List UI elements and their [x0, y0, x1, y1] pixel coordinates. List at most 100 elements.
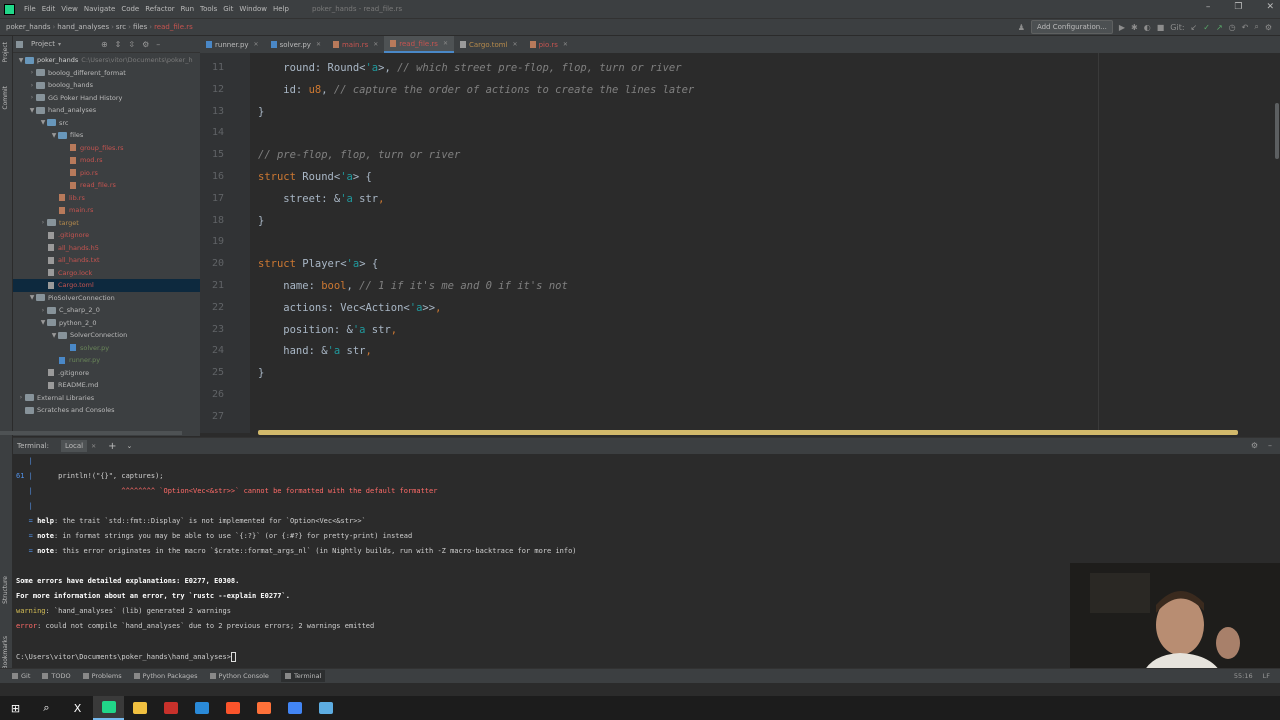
- editor-tab[interactable]: main.rs ✕: [327, 36, 384, 53]
- taskbar-search[interactable]: ⌕: [31, 696, 62, 720]
- chevron-down-icon[interactable]: ▼: [39, 119, 47, 126]
- tree-item[interactable]: ▼ poker_hands C:\Users\vitor\Documents\pok…: [13, 54, 200, 67]
- tree-item[interactable]: pio.rs: [13, 167, 200, 180]
- commit-tool-tab[interactable]: Commit: [2, 86, 9, 110]
- menu-edit[interactable]: Edit: [39, 5, 59, 13]
- taskbar-app-x[interactable]: X: [62, 696, 93, 720]
- chevron-right-icon[interactable]: ›: [28, 69, 36, 76]
- coverage-icon[interactable]: ◐: [1144, 23, 1151, 32]
- close-icon[interactable]: ✕: [443, 40, 448, 47]
- editor-tab[interactable]: solver.py ✕: [265, 36, 327, 53]
- gear-icon[interactable]: ⚙: [142, 40, 149, 49]
- close-icon[interactable]: ✕: [513, 41, 518, 48]
- close-icon[interactable]: ✕: [91, 443, 96, 450]
- chevron-right-icon[interactable]: ›: [28, 94, 36, 101]
- tree-item[interactable]: group_files.rs: [13, 142, 200, 155]
- taskbar-app-red[interactable]: [155, 696, 186, 720]
- expand-all-icon[interactable]: ⇕: [115, 40, 122, 49]
- hide-icon[interactable]: –: [156, 40, 160, 49]
- bookmarks-tool-tab[interactable]: Bookmarks: [2, 636, 9, 670]
- tree-item[interactable]: › GG Poker Hand History: [13, 92, 200, 105]
- add-configuration-button[interactable]: Add Configuration...: [1030, 20, 1113, 34]
- tree-item[interactable]: ▼ PioSolverConnection: [13, 292, 200, 305]
- tree-item[interactable]: main.rs: [13, 204, 200, 217]
- tree-item[interactable]: Scratches and Consoles: [13, 404, 200, 417]
- taskbar-start[interactable]: ⊞: [0, 696, 31, 720]
- tree-item[interactable]: .gitignore: [13, 367, 200, 380]
- tree-item[interactable]: › External Libraries: [13, 392, 200, 405]
- editor-tab[interactable]: read_file.rs ✕: [384, 36, 454, 53]
- tree-item[interactable]: ▼ src: [13, 117, 200, 130]
- menu-view[interactable]: View: [58, 5, 81, 13]
- close-icon[interactable]: ✕: [563, 41, 568, 48]
- tree-item[interactable]: Cargo.toml: [13, 279, 200, 292]
- run-icon[interactable]: ▶: [1119, 23, 1125, 32]
- close-icon[interactable]: ✕: [1266, 2, 1274, 12]
- editor-horizontal-scrollbar[interactable]: [258, 430, 1238, 435]
- caret-position[interactable]: 55:16: [1234, 672, 1253, 680]
- editor-vertical-scrollbar[interactable]: [1275, 103, 1279, 159]
- breadcrumb-item[interactable]: read_file.rs: [152, 23, 195, 31]
- chevron-down-icon[interactable]: ▾: [58, 41, 61, 48]
- code-editor[interactable]: 11 round: Round<'a>, // which street pre…: [200, 53, 1280, 435]
- tree-item[interactable]: lib.rs: [13, 192, 200, 205]
- new-terminal-icon[interactable]: +: [108, 441, 116, 452]
- menu-code[interactable]: Code: [118, 5, 142, 13]
- collapse-all-icon[interactable]: ⇳: [128, 40, 135, 49]
- hide-icon[interactable]: –: [1268, 441, 1272, 450]
- tool-window-terminal[interactable]: Terminal: [280, 670, 326, 682]
- taskbar-vscode[interactable]: [186, 696, 217, 720]
- menu-tools[interactable]: Tools: [197, 5, 220, 13]
- chevron-right-icon[interactable]: ›: [39, 219, 47, 226]
- minimize-icon[interactable]: –: [1206, 2, 1211, 12]
- locate-icon[interactable]: ⊕: [101, 40, 108, 49]
- breadcrumb-item[interactable]: files: [131, 23, 149, 31]
- git-history-icon[interactable]: ◷: [1229, 23, 1236, 32]
- chevron-down-icon[interactable]: ▼: [39, 319, 47, 326]
- menu-file[interactable]: File: [21, 5, 39, 13]
- tree-item[interactable]: mod.rs: [13, 154, 200, 167]
- editor-tab[interactable]: Cargo.toml ✕: [454, 36, 524, 53]
- chevron-down-icon[interactable]: ▼: [50, 332, 58, 339]
- tool-window-problems[interactable]: Problems: [82, 672, 122, 680]
- settings-icon[interactable]: ⚙: [1265, 23, 1272, 32]
- git-commit-icon[interactable]: ✓: [1203, 23, 1210, 32]
- tree-item[interactable]: ▼ SolverConnection: [13, 329, 200, 342]
- tree-item[interactable]: runner.py: [13, 354, 200, 367]
- user-icon[interactable]: ♟: [1018, 23, 1025, 32]
- editor-tab[interactable]: runner.py ✕: [200, 36, 265, 53]
- tree-item[interactable]: ▼ hand_analyses: [13, 104, 200, 117]
- tree-item[interactable]: read_file.rs: [13, 179, 200, 192]
- maximize-icon[interactable]: ❐: [1234, 2, 1242, 12]
- project-pane-title[interactable]: Project: [31, 40, 55, 48]
- git-update-icon[interactable]: ↙: [1191, 23, 1198, 32]
- taskbar-firefox[interactable]: [248, 696, 279, 720]
- tree-item[interactable]: › boolog_different_format: [13, 67, 200, 80]
- taskbar-chrome[interactable]: [279, 696, 310, 720]
- close-icon[interactable]: ✕: [373, 41, 378, 48]
- tool-window-python-packages[interactable]: Python Packages: [133, 672, 198, 680]
- tree-item[interactable]: Cargo.lock: [13, 267, 200, 280]
- search-icon[interactable]: ⌕: [1254, 22, 1258, 32]
- tree-item[interactable]: all_hands.h5: [13, 242, 200, 255]
- chevron-down-icon[interactable]: ▼: [28, 294, 36, 301]
- menu-help[interactable]: Help: [270, 5, 292, 13]
- tool-window-python-console[interactable]: Python Console: [209, 672, 269, 680]
- tree-item[interactable]: ▼ python_2_0: [13, 317, 200, 330]
- structure-tool-tab[interactable]: Structure: [2, 576, 9, 604]
- chevron-down-icon[interactable]: ▼: [28, 107, 36, 114]
- terminal-tab-local[interactable]: Local: [60, 440, 88, 452]
- chevron-down-icon[interactable]: ⌄: [127, 442, 133, 450]
- breadcrumb-item[interactable]: hand_analyses: [55, 23, 111, 31]
- project-tool-tab[interactable]: Project: [2, 42, 9, 63]
- tree-item[interactable]: solver.py: [13, 342, 200, 355]
- menu-run[interactable]: Run: [178, 5, 197, 13]
- git-rollback-icon[interactable]: ↶: [1242, 23, 1249, 32]
- chevron-down-icon[interactable]: ▼: [50, 132, 58, 139]
- tree-item[interactable]: all_hands.txt: [13, 254, 200, 267]
- tree-item[interactable]: › boolog_hands: [13, 79, 200, 92]
- chevron-right-icon[interactable]: ›: [17, 394, 25, 401]
- tree-item[interactable]: .gitignore: [13, 229, 200, 242]
- chevron-right-icon[interactable]: ›: [28, 82, 36, 89]
- taskbar-brave[interactable]: [217, 696, 248, 720]
